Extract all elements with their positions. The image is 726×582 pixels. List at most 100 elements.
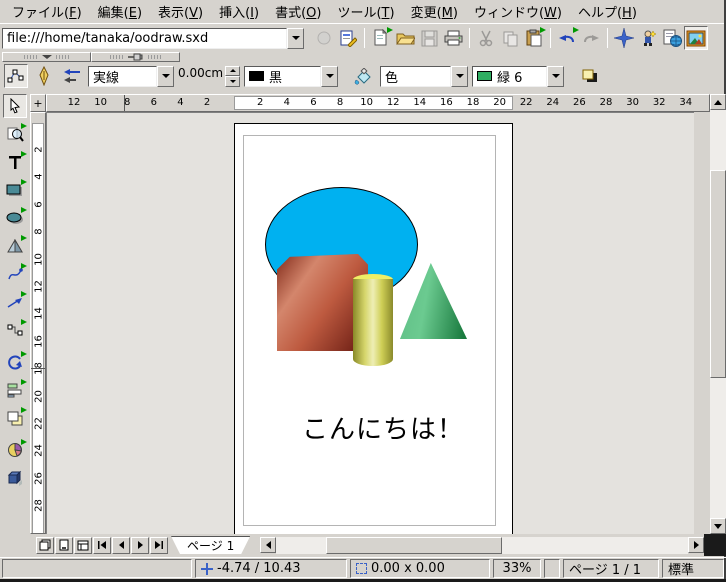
shadow-button[interactable] [578, 64, 602, 88]
menu-format[interactable]: 書式(O) [267, 0, 329, 24]
line-style-dropdown-button[interactable] [157, 66, 174, 87]
cursor-position-field[interactable]: -4.74 / 10.43 [195, 559, 347, 578]
text-tool-button[interactable] [3, 150, 27, 174]
cut-button [474, 26, 498, 50]
print-button[interactable] [441, 26, 465, 50]
arrow-style-button[interactable] [60, 64, 84, 88]
line-dialog-button[interactable] [32, 64, 56, 88]
open-button[interactable] [393, 26, 417, 50]
rotate-tool-button[interactable] [3, 350, 27, 374]
object-size-field[interactable]: 0.00 x 0.00 [350, 559, 490, 578]
vscroll-track[interactable] [710, 110, 726, 518]
web-document-button[interactable] [660, 26, 684, 50]
paste-button[interactable] [522, 26, 546, 50]
line-color-value[interactable]: 黒 [244, 66, 321, 87]
redo-button [579, 26, 603, 50]
horizontal-scrollbar[interactable] [260, 537, 704, 554]
page-number-field[interactable]: ページ 1 / 1 [563, 559, 659, 578]
scroll-down-button[interactable] [710, 518, 726, 534]
menu-view[interactable]: 表示(V) [150, 0, 211, 24]
effects3d-tool-button[interactable] [3, 466, 27, 490]
first-page-button[interactable] [93, 537, 111, 554]
spin-up-button[interactable] [225, 66, 240, 77]
hruler-label: 24 [546, 97, 559, 108]
new-document-button[interactable] [369, 26, 393, 50]
hscroll-thumb[interactable] [326, 537, 502, 554]
gallery-button[interactable] [684, 26, 708, 50]
line-style-combobox[interactable]: 実線 [88, 66, 174, 87]
cylinder-shape[interactable] [353, 279, 393, 366]
vruler-label: 20 [34, 389, 45, 403]
vscroll-thumb[interactable] [710, 170, 726, 378]
arrange-tool-button[interactable] [3, 406, 27, 430]
curve-tool-button[interactable] [3, 262, 27, 286]
undo-button[interactable] [555, 26, 579, 50]
area-dialog-button[interactable] [352, 64, 376, 88]
insert-tool-button[interactable] [3, 438, 27, 462]
zoom-tool-button[interactable] [3, 122, 27, 146]
toolbar-collapse-segment[interactable] [2, 52, 91, 62]
zoom-value: 33% [503, 561, 532, 576]
menu-insert[interactable]: 挿入(I) [211, 0, 267, 24]
master-mode-button[interactable] [55, 537, 73, 554]
fill-color-combobox[interactable]: 緑 6 [472, 66, 564, 87]
line-width-spinner[interactable]: 0.00cm [178, 66, 240, 87]
fill-style-dropdown-button[interactable] [451, 66, 468, 87]
drawing-canvas[interactable]: こんにちは！ [46, 112, 694, 534]
line-color-dropdown-button[interactable] [321, 66, 338, 87]
toolbar-pin-segment[interactable] [91, 52, 180, 62]
url-input[interactable]: file:///home/tanaka/oodraw.sxd [2, 28, 287, 49]
select-tool-button[interactable] [3, 94, 27, 118]
next-page-button[interactable] [131, 537, 149, 554]
fill-color-value[interactable]: 緑 6 [472, 66, 547, 87]
edit-points-button[interactable] [4, 64, 28, 88]
connector-tool-button[interactable] [3, 318, 27, 342]
shadow-icon [582, 69, 598, 83]
wizard-button[interactable] [636, 26, 660, 50]
menu-tools[interactable]: ツール(T) [329, 0, 402, 24]
menu-modify[interactable]: 変更(M) [403, 0, 466, 24]
page-mode-button[interactable] [36, 537, 54, 554]
menu-file[interactable]: ファイル(F) [4, 0, 90, 24]
line-arrow-tool-button[interactable] [3, 290, 27, 314]
navigator-button[interactable] [612, 26, 636, 50]
rectangle-tool-button[interactable] [3, 178, 27, 202]
vruler-label: 16 [34, 334, 45, 348]
url-dropdown-button[interactable] [287, 28, 304, 49]
line-color-combobox[interactable]: 黒 [244, 66, 338, 87]
menu-window[interactable]: ウィンドウ(W) [466, 0, 570, 24]
vruler-label: 6 [34, 197, 45, 211]
scroll-left-button[interactable] [260, 537, 276, 553]
alignment-tool-button[interactable] [3, 378, 27, 402]
page-tab[interactable]: ページ 1 [171, 536, 250, 554]
page-style-field[interactable]: 標準 [662, 559, 724, 578]
scroll-up-button[interactable] [710, 94, 726, 110]
long-click-flag-icon [21, 351, 27, 357]
line-style-value[interactable]: 実線 [88, 66, 157, 87]
objects3d-tool-button[interactable] [3, 234, 27, 258]
vertical-ruler[interactable]: 246810121416182022242628 [30, 112, 46, 534]
line-width-value[interactable]: 0.00cm [178, 66, 225, 87]
layer-mode-button[interactable] [74, 537, 92, 554]
ruler-origin-button[interactable]: + [30, 94, 46, 112]
menu-help[interactable]: ヘルプ(H) [570, 0, 645, 24]
select-arrow-icon [8, 98, 22, 114]
spin-down-button[interactable] [225, 76, 240, 87]
fill-style-value[interactable]: 色 [380, 66, 451, 87]
fill-style-combobox[interactable]: 色 [380, 66, 468, 87]
ellipse-tool-button[interactable] [3, 206, 27, 230]
greeting-text[interactable]: こんにちは！ [208, 409, 558, 446]
fill-color-dropdown-button[interactable] [547, 66, 564, 87]
url-combobox[interactable]: file:///home/tanaka/oodraw.sxd [2, 28, 304, 49]
scroll-right-button[interactable] [688, 537, 704, 553]
long-click-flag-icon [21, 179, 27, 185]
zoom-field[interactable]: 33% [493, 559, 541, 578]
hscroll-track[interactable] [276, 537, 688, 554]
previous-page-button[interactable] [112, 537, 130, 554]
menu-edit[interactable]: 編集(E) [90, 0, 150, 24]
vertical-scrollbar[interactable] [710, 90, 726, 534]
vruler-label: 18 [34, 362, 45, 376]
horizontal-ruler[interactable]: 12108642246810121416182022242628303234 [46, 94, 710, 112]
last-page-button[interactable] [150, 537, 168, 554]
edit-file-button[interactable] [336, 26, 360, 50]
